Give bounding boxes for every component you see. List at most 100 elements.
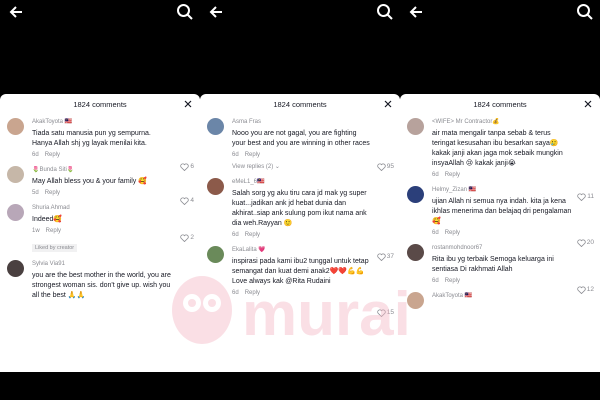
like-count: 15: [386, 309, 394, 317]
comment-meta: 6d Reply: [232, 289, 372, 298]
comments-header: 1824 comments: [0, 94, 200, 114]
comment-username[interactable]: AkakToyota 🇲🇾: [32, 118, 172, 127]
comments-header: 1824 comments: [200, 94, 400, 114]
comment-time: 6d: [432, 278, 439, 284]
comment-username[interactable]: rostanmohdnoor67: [432, 244, 572, 253]
reply-button[interactable]: Reply: [445, 230, 460, 236]
avatar[interactable]: [7, 204, 24, 221]
comment-meta: 6d Reply: [432, 229, 572, 238]
comment-meta: 6d Reply: [432, 277, 572, 286]
comment-username[interactable]: EkaLalita 💗: [232, 246, 372, 255]
screenshot-panel-1: 1824 comments AkakToyota 🇲🇾 Tiada satu m…: [0, 0, 200, 400]
close-icon[interactable]: [584, 100, 592, 108]
comment-item: 🌷Bunda Siti🌷 May Allah bless you & your …: [0, 166, 200, 205]
comment-item: <WIFE> Mr Contractor💰 air mata mengalir …: [400, 118, 600, 201]
search-icon[interactable]: [576, 3, 594, 21]
close-icon[interactable]: [384, 100, 392, 108]
reply-button[interactable]: Reply: [245, 232, 260, 238]
comment-item: rostanmohdnoor67 Rita ibu yg terbaik Sem…: [400, 244, 600, 294]
comment-item: AkakToyota 🇲🇾 Tiada satu manusia pun yg …: [0, 118, 200, 171]
reply-button[interactable]: Reply: [445, 278, 460, 284]
comments-count-title: 1824 comments: [273, 100, 327, 109]
comments-sheet: 1824 comments <WIFE> Mr Contractor💰 air …: [400, 94, 600, 372]
top-bar: [400, 0, 600, 24]
avatar[interactable]: [407, 186, 424, 203]
reply-button[interactable]: Reply: [45, 152, 60, 158]
like-button[interactable]: 95: [370, 158, 394, 176]
reply-button[interactable]: Reply: [46, 228, 61, 234]
heart-icon: [180, 234, 190, 242]
like-button[interactable]: 15: [370, 304, 394, 322]
comment-username[interactable]: Shuria Ahmad: [32, 204, 172, 213]
view-replies-label: View replies (2): [232, 164, 274, 170]
comment-text: Nooo you are not gagal, you are fighting…: [232, 130, 370, 147]
comment-meta: 5d Reply: [32, 189, 172, 198]
comment-text: Tiada satu manusia pun yg sempurna. Hany…: [32, 130, 151, 147]
avatar[interactable]: [407, 118, 424, 135]
screenshot-panel-2: 1824 comments Asma Fras Nooo you are not…: [200, 0, 400, 400]
back-arrow-icon[interactable]: [8, 4, 24, 20]
search-icon[interactable]: [376, 3, 394, 21]
comment-username[interactable]: 🌷Bunda Siti🌷: [32, 166, 172, 175]
like-button[interactable]: 2: [170, 229, 194, 247]
comment-meta: 6d Reply: [32, 151, 172, 160]
comment-text: inspirasi pada kami ibu2 tunggal untuk t…: [232, 258, 369, 285]
comment-item: AkakToyota 🇲🇾: [400, 292, 600, 309]
reply-button[interactable]: Reply: [245, 290, 260, 296]
comment-meta: 6d Reply: [232, 151, 372, 160]
comment-username[interactable]: Asma Fras: [232, 118, 372, 127]
comment-username[interactable]: Sylvia Via91: [32, 260, 172, 269]
back-arrow-icon[interactable]: [208, 4, 224, 20]
comments-sheet: 1824 comments Asma Fras Nooo you are not…: [200, 94, 400, 372]
comment-text: air mata mengalir tanpa sebab & terus te…: [432, 130, 563, 167]
comment-time: 6d: [32, 152, 39, 158]
comment-item: EkaLalita 💗 inspirasi pada kami ibu2 tun…: [200, 246, 400, 317]
comment-item: Asma Fras Nooo you are not gagal, you ar…: [200, 118, 400, 171]
comment-text: ujian Allah ni semua nya indah. kita ja …: [432, 198, 572, 225]
comments-count-title: 1824 comments: [473, 100, 527, 109]
comment-text: you are the best mother in the world, yo…: [32, 272, 171, 299]
comment-time: 6d: [232, 232, 239, 238]
reply-button[interactable]: Reply: [245, 152, 260, 158]
avatar[interactable]: [207, 118, 224, 135]
comment-meta: 6d Reply: [432, 171, 572, 180]
top-bar: [0, 0, 200, 24]
comment-username[interactable]: AkakToyota 🇲🇾: [432, 292, 572, 301]
reply-button[interactable]: Reply: [445, 172, 460, 178]
heart-icon: [377, 163, 386, 171]
comment-time: 6d: [432, 230, 439, 236]
comment-username[interactable]: eMeL1_6🇲🇾: [232, 178, 372, 187]
comment-item: eMeL1_6🇲🇾 Salah sorg yg aku tiru cara jd…: [200, 178, 400, 261]
close-icon[interactable]: [184, 100, 192, 108]
avatar[interactable]: [207, 246, 224, 263]
back-arrow-icon[interactable]: [408, 4, 424, 20]
avatar[interactable]: [407, 292, 424, 309]
avatar[interactable]: [7, 260, 24, 277]
comment-meta: 6d Reply: [232, 231, 372, 240]
like-count: 2: [190, 234, 194, 242]
avatar[interactable]: [7, 118, 24, 135]
comments-sheet: 1824 comments AkakToyota 🇲🇾 Tiada satu m…: [0, 94, 200, 372]
screenshot-panel-3: 1824 comments <WIFE> Mr Contractor💰 air …: [400, 0, 600, 400]
comment-time: 5d: [32, 190, 39, 196]
heart-icon: [377, 309, 386, 317]
comments-count-title: 1824 comments: [73, 100, 127, 109]
avatar[interactable]: [407, 244, 424, 261]
comment-username[interactable]: <WIFE> Mr Contractor💰: [432, 118, 572, 127]
reply-button[interactable]: Reply: [45, 190, 60, 196]
comment-item: Helmy_Zizan 🇲🇾 ujian Allah ni semua nya …: [400, 186, 600, 247]
comment-text: Rita ibu yg terbaik Semoga keluarga ini …: [432, 256, 554, 273]
comments-header: 1824 comments: [400, 94, 600, 114]
comment-meta: 1w Reply: [32, 227, 172, 236]
comment-text: Salah sorg yg aku tiru cara jd mak yg su…: [232, 190, 367, 227]
top-bar: [200, 0, 400, 24]
avatar[interactable]: [207, 178, 224, 195]
comment-text: Indeed🥰: [32, 216, 63, 223]
comment-time: 6d: [232, 290, 239, 296]
search-icon[interactable]: [176, 3, 194, 21]
chevron-down-icon: ⌄: [274, 164, 280, 170]
like-count: 95: [386, 163, 394, 171]
comment-time: 1w: [32, 228, 40, 234]
avatar[interactable]: [7, 166, 24, 183]
comment-username[interactable]: Helmy_Zizan 🇲🇾: [432, 186, 572, 195]
